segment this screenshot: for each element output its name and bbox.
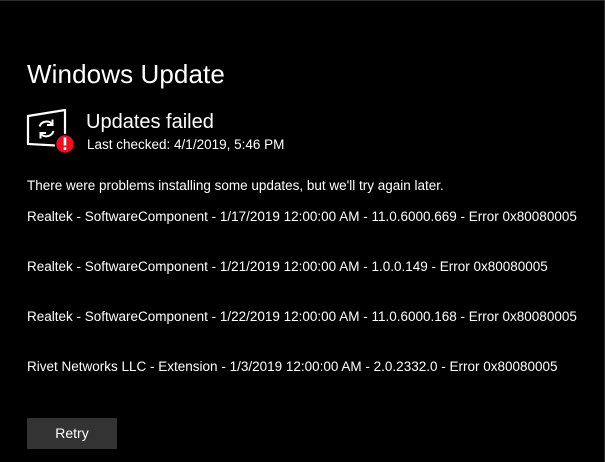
retry-button[interactable]: Retry	[27, 418, 117, 449]
failed-update-item: Realtek - SoftwareComponent - 1/17/2019 …	[27, 209, 577, 224]
windows-update-page: Windows Update Updates failed Last check…	[0, 0, 605, 462]
update-failed-icon	[26, 108, 76, 155]
failed-update-item: Realtek - SoftwareComponent - 1/22/2019 …	[27, 309, 577, 324]
last-checked-text: Last checked: 4/1/2019, 5:46 PM	[87, 137, 285, 152]
failed-update-item: Rivet Networks LLC - Extension - 1/3/201…	[27, 359, 558, 374]
page-title: Windows Update	[27, 59, 225, 89]
failed-updates-list: Realtek - SoftwareComponent - 1/17/2019 …	[27, 208, 577, 408]
failed-update-item: Realtek - SoftwareComponent - 1/21/2019 …	[27, 259, 548, 274]
problem-message: There were problems installing some upda…	[27, 178, 444, 193]
status-title: Updates failed	[86, 111, 214, 133]
